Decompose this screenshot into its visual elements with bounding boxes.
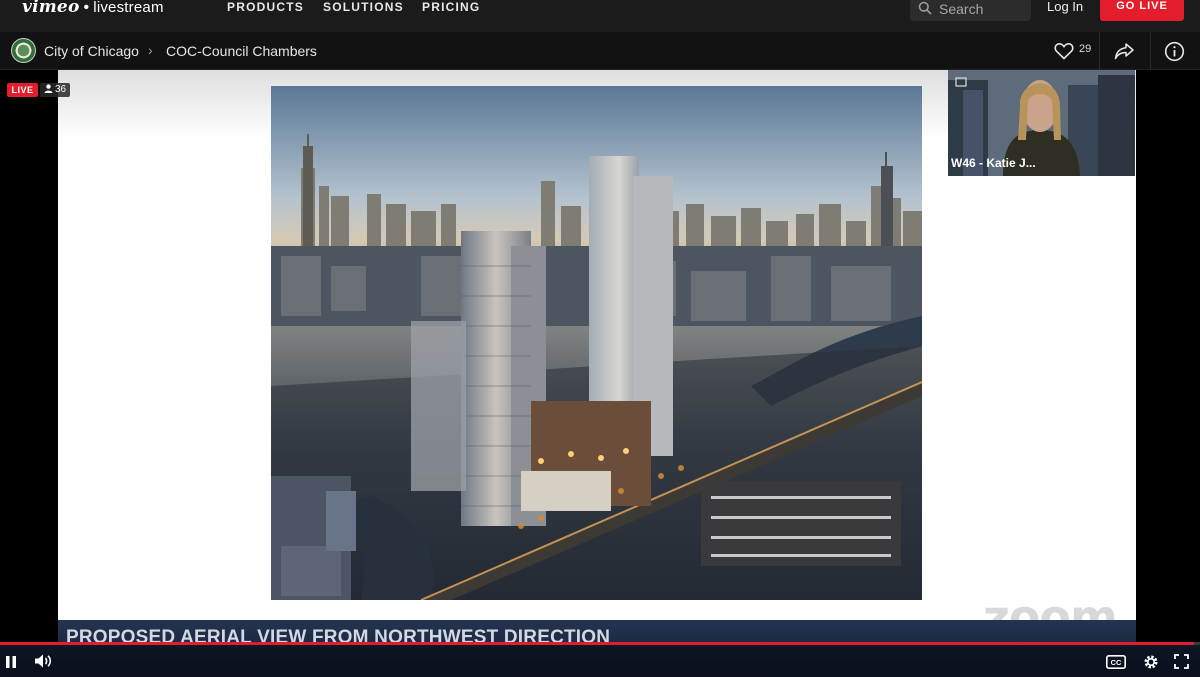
brand-livestream: livestream — [93, 0, 164, 16]
nav-products[interactable]: PRODUCTS — [227, 0, 304, 14]
like-count: 29 — [1079, 43, 1092, 55]
participant-name: W46 - Katie J... — [951, 156, 1036, 170]
settings-button[interactable] — [1142, 653, 1160, 676]
pause-button[interactable] — [5, 655, 17, 673]
player-controls: CC — [0, 645, 1200, 677]
svg-text:CC: CC — [1111, 658, 1122, 667]
share-button[interactable] — [1114, 42, 1134, 65]
volume-icon — [35, 654, 52, 668]
top-navigation-bar: vimeo • livestream PRODUCTS SOLUTIONS PRIC… — [0, 0, 1200, 32]
fullscreen-icon — [1174, 654, 1189, 669]
city-seal-icon[interactable] — [11, 38, 36, 63]
volume-button[interactable] — [35, 654, 53, 673]
share-icon — [1114, 43, 1134, 60]
video-player[interactable]: zoom PROPOSED AERIAL VIEW FROM NORTHWEST… — [0, 70, 1200, 677]
search-box — [910, 0, 1031, 21]
login-link[interactable]: Log In — [1047, 0, 1083, 13]
go-live-button[interactable]: GO LIVE — [1100, 0, 1184, 21]
viewer-count: 36 — [55, 84, 67, 95]
breadcrumb-event: COC-Council Chambers — [166, 43, 317, 59]
cc-icon: CC — [1106, 655, 1126, 669]
breadcrumb-separator: › — [148, 42, 153, 58]
aerial-city-illustration — [271, 86, 922, 600]
brand-vimeo: vimeo — [22, 0, 80, 17]
settings-icon — [1144, 655, 1158, 669]
info-icon — [1164, 41, 1185, 62]
search-input[interactable] — [939, 0, 1029, 17]
divider — [1150, 32, 1151, 70]
user-icon — [44, 84, 53, 93]
participant-video-tile: W46 - Katie J... — [948, 70, 1135, 176]
divider — [1099, 32, 1100, 70]
vimeo-livestream-logo[interactable]: vimeo • livestream — [22, 0, 164, 17]
info-button[interactable] — [1164, 41, 1185, 67]
closed-captions-button[interactable]: CC — [1106, 655, 1126, 674]
live-badge: LIVE — [7, 83, 38, 97]
event-header: City of Chicago › COC-Council Chambers 2… — [0, 32, 1200, 70]
brand-separator: • — [83, 0, 90, 16]
fullscreen-button[interactable] — [1174, 654, 1189, 674]
pause-icon — [6, 656, 16, 668]
heart-icon — [1054, 43, 1074, 60]
breadcrumb-account[interactable]: City of Chicago — [44, 43, 139, 59]
nav-pricing[interactable]: PRICING — [422, 0, 480, 14]
search-icon — [918, 1, 932, 15]
aerial-rendering-image — [271, 86, 922, 600]
viewer-count-badge: 36 — [40, 83, 71, 97]
nav-solutions[interactable]: SOLUTIONS — [323, 0, 404, 14]
